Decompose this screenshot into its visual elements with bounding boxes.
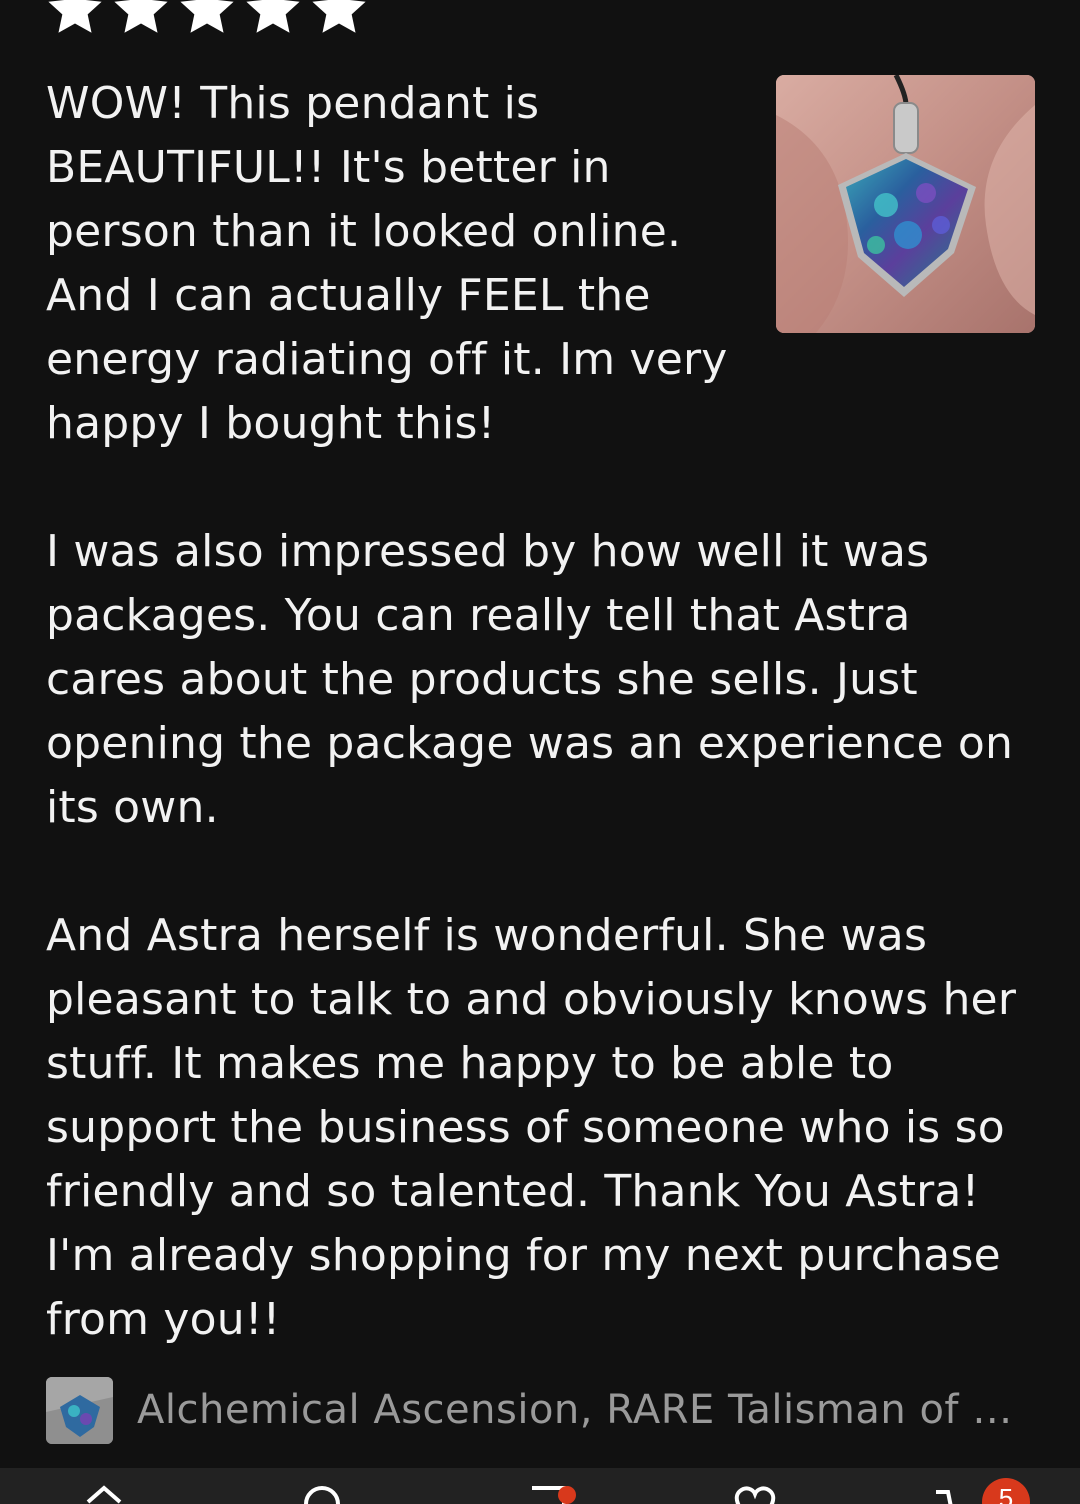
cart-icon[interactable] <box>930 1482 974 1504</box>
star-icon <box>308 0 370 40</box>
item-thumbnail <box>46 1376 113 1444</box>
star-rating <box>44 0 370 40</box>
home-icon[interactable] <box>84 1482 124 1504</box>
bottom-navigation: 5 <box>0 1468 1080 1504</box>
item-title: Alchemical Ascension, RARE Talisman of I… <box>137 1387 1017 1433</box>
star-icon <box>242 0 304 40</box>
cart-count-badge: 5 <box>982 1478 1030 1504</box>
review-body: WOW! This pendant is BEAUTIFUL!! It's be… <box>46 72 1046 1352</box>
star-icon <box>176 0 238 40</box>
search-icon[interactable] <box>300 1482 344 1504</box>
star-icon <box>110 0 172 40</box>
notification-dot <box>558 1486 576 1504</box>
star-icon <box>44 0 106 40</box>
review-paragraph: I was also impressed by how well it was … <box>46 526 1014 833</box>
review-paragraph: And Astra herself is wonderful. She was … <box>46 910 1017 1345</box>
favorites-icon[interactable] <box>730 1482 780 1504</box>
review-paragraph: WOW! This pendant is BEAUTIFUL!! It's be… <box>46 78 728 449</box>
purchased-item-link[interactable]: Alchemical Ascension, RARE Talisman of I… <box>46 1376 1036 1444</box>
